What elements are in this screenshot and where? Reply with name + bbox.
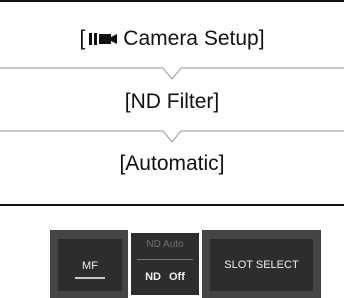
camera-control-panel: MF ND Auto ND Off SLOT SELECT (50, 230, 321, 298)
open-bracket: [ (79, 27, 86, 50)
nd-divider (137, 259, 193, 260)
nd-auto-label: ND Auto (146, 239, 184, 250)
camera-setup-label: Camera Setup] (123, 27, 265, 50)
nd-status: ND Off (131, 271, 199, 283)
movie-camera-icon (89, 29, 118, 53)
mf-button[interactable]: MF (58, 239, 122, 291)
mf-label: MF (82, 260, 98, 272)
menu-path-diagram: [ Camera Setup] [ND Filter] [Automatic] (0, 0, 344, 206)
bottom-rule (0, 204, 344, 206)
slot-select-label: SLOT SELECT (224, 259, 299, 271)
chevron-down-separator (0, 67, 344, 81)
nd-state: Off (169, 271, 185, 283)
menu-step-camera-setup: [ Camera Setup] (0, 27, 344, 53)
nd-filter-button[interactable]: ND Auto ND Off (128, 230, 202, 298)
mf-indicator (75, 277, 105, 279)
top-rule (0, 0, 344, 2)
menu-step-automatic: [Automatic] (119, 152, 225, 175)
nd-filter-button-body: ND Auto ND Off (131, 233, 199, 295)
menu-step-nd-filter: [ND Filter] (124, 90, 220, 113)
chevron-down-separator (0, 130, 344, 144)
slot-select-button[interactable]: SLOT SELECT (210, 239, 313, 291)
nd-label: ND (145, 271, 161, 283)
